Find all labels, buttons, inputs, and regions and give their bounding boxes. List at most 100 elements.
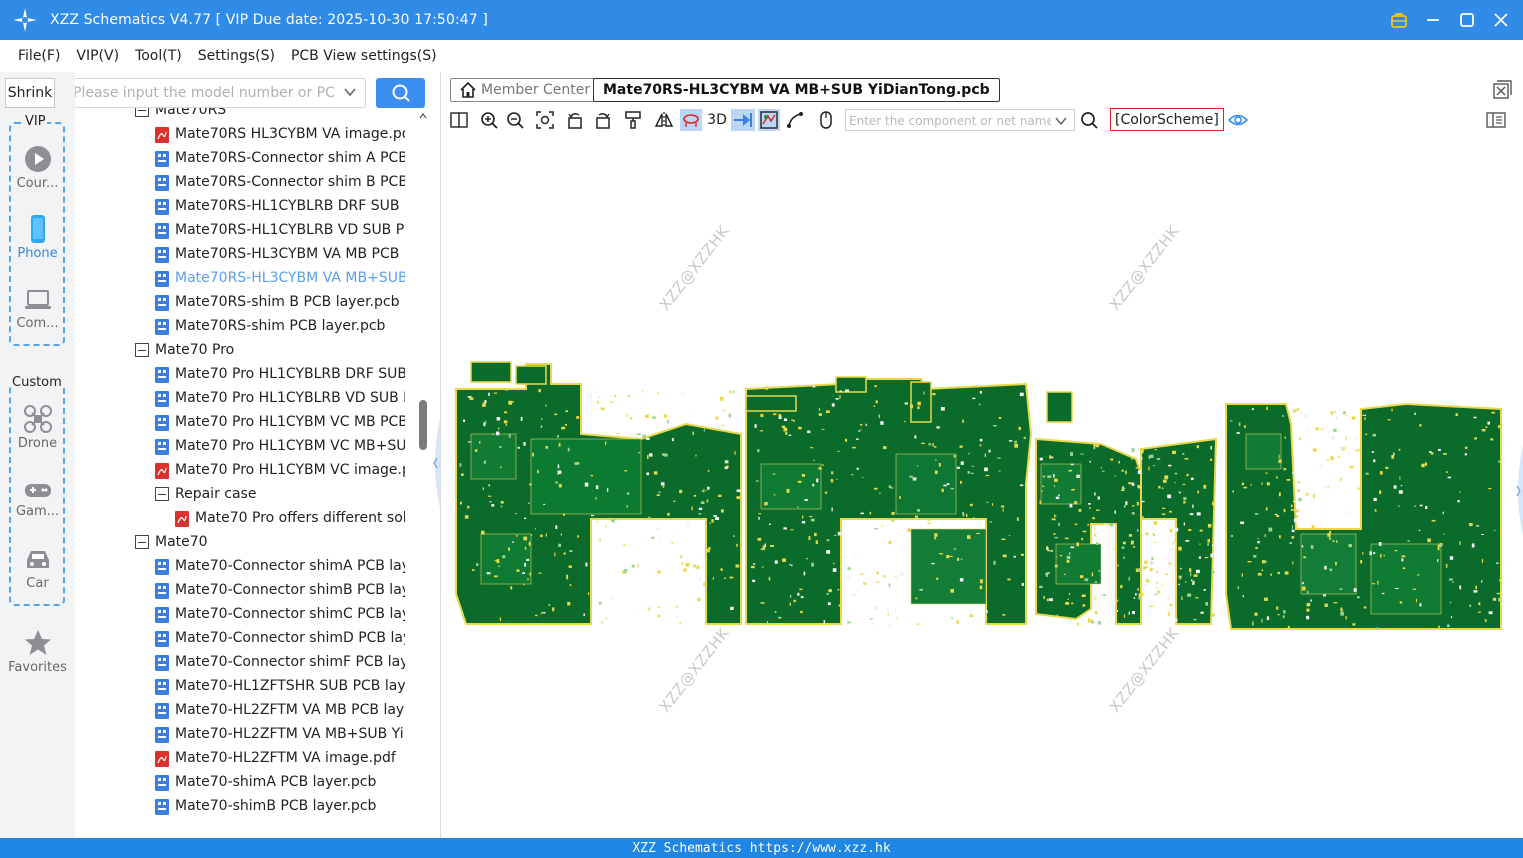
pcb-component — [1125, 501, 1128, 505]
pcb-canvas[interactable]: XZZ@XZZHK XZZ@XZZHK XZZ@XZZHK XZZ@XZZHK — [441, 134, 1523, 838]
pcb-component — [838, 604, 841, 607]
pcb-component — [569, 584, 572, 587]
tree-file[interactable]: Mate70-HL1ZFTSHR SUB PCB layer — [155, 674, 405, 698]
mouse-mode-button[interactable] — [815, 109, 837, 131]
tree-file[interactable]: Mate70 Pro HL1CYBM VC MB+SUE — [155, 434, 405, 458]
color-scheme-button[interactable]: [ColorScheme] — [1110, 108, 1224, 131]
tree-file[interactable]: Mate70-Connector shimB PCB laye — [155, 578, 405, 602]
pcb-component — [1243, 486, 1247, 489]
tree-file[interactable]: Mate70 Pro HL1CYBLRB VD SUB PC — [155, 386, 405, 410]
pcb-component — [1357, 449, 1362, 451]
rail-item-games[interactable]: Gam... — [0, 478, 75, 519]
collapse-toggle-icon[interactable] — [135, 535, 149, 549]
pcb-component — [1123, 556, 1125, 559]
paint-brush-button[interactable] — [622, 109, 644, 131]
tree-file[interactable]: Mate70-HL2ZFTM VA MB PCB laye — [155, 698, 405, 722]
pcb-component — [1200, 611, 1204, 614]
zoom-out-button[interactable] — [504, 109, 526, 131]
pcb-component — [597, 395, 601, 399]
tree-folder[interactable]: Mate70 Pro — [135, 338, 405, 362]
tree-file[interactable]: Mate70RS-Connector shim A PCB l — [155, 146, 405, 170]
rail-item-phone[interactable]: Phone — [0, 214, 75, 261]
tree-file[interactable]: Mate70RS-shim B PCB layer.pcb — [155, 290, 405, 314]
rail-item-car[interactable]: Car — [0, 546, 75, 591]
tree-file[interactable]: Mate70RS HL3CYBM VA image.pdf — [155, 122, 405, 146]
pcb-file-icon — [155, 415, 169, 431]
pcb-component — [1383, 554, 1385, 557]
tree-file[interactable]: Mate70-Connector shimC PCB laye — [155, 602, 405, 626]
menu-tool[interactable]: Tool(T) — [127, 48, 190, 64]
flip-board-button[interactable] — [731, 109, 755, 131]
tree-scrollbar[interactable] — [418, 112, 428, 838]
component-search-input[interactable] — [846, 111, 1051, 131]
layer-view-button[interactable] — [758, 109, 780, 131]
menu-settings[interactable]: Settings(S) — [190, 48, 283, 64]
split-view-button[interactable] — [448, 109, 470, 131]
pcb-component — [1094, 492, 1096, 496]
tab-active-file[interactable]: Mate70RS-HL3CYBM VA MB+SUB YiDianTong.pc… — [593, 78, 1000, 102]
rotate-right-button[interactable] — [592, 109, 614, 131]
search-button[interactable] — [376, 78, 425, 108]
tree-item-label: Mate70 — [155, 534, 208, 550]
tree-file[interactable]: Mate70 Pro HL1CYBLRB DRF SUB F — [155, 362, 405, 386]
menu-file[interactable]: File(F) — [10, 48, 68, 64]
tree-file[interactable]: Mate70-Connector shimF PCB laye — [155, 650, 405, 674]
panel-splitter[interactable] — [430, 72, 441, 838]
tree-file[interactable]: Mate70-HL2ZFTM VA image.pdf — [155, 746, 405, 770]
rotate-left-button[interactable] — [564, 109, 586, 131]
zoom-in-button[interactable] — [478, 109, 500, 131]
tree-file[interactable]: Mate70RS-shim PCB layer.pcb — [155, 314, 405, 338]
pcb-board-view[interactable] — [441, 134, 1523, 838]
tree-folder[interactable]: Repair case — [155, 482, 405, 506]
tree-file[interactable]: Mate70 Pro offers different solu — [175, 506, 405, 530]
pcb-component — [611, 519, 615, 523]
collapse-arrow-icon[interactable] — [430, 418, 440, 508]
visibility-button[interactable] — [1227, 109, 1249, 131]
menu-vip[interactable]: VIP(V) — [68, 48, 127, 64]
pcb-component — [1210, 445, 1212, 450]
highlight-net-button[interactable] — [680, 109, 702, 131]
tree-file[interactable]: Mate70-shimB PCB layer.pcb — [155, 794, 405, 818]
maximize-button[interactable] — [1457, 10, 1477, 30]
close-all-tabs-icon[interactable] — [1492, 80, 1512, 100]
trace-route-button[interactable] — [784, 109, 806, 131]
side-panel-toggle-button[interactable] — [1485, 109, 1507, 131]
model-search-input[interactable] — [75, 79, 335, 107]
tree-file[interactable]: Mate70RS-Connector shim B PCB l — [155, 170, 405, 194]
rail-item-favorites[interactable]: Favorites — [0, 628, 75, 675]
vip-bag-icon[interactable] — [1389, 10, 1409, 30]
tree-file[interactable]: Mate70-Connector shimD PCB laye — [155, 626, 405, 650]
pcb-component — [1059, 555, 1063, 557]
tree-file[interactable]: Mate70RS-HL1CYBLRB DRF SUB PC — [155, 194, 405, 218]
tab-member-center[interactable]: Member Center — [450, 78, 600, 102]
chevron-down-icon[interactable] — [343, 85, 357, 99]
collapse-toggle-icon[interactable] — [155, 487, 169, 501]
chevron-down-icon[interactable] — [1054, 114, 1068, 128]
pcb-component — [1144, 560, 1148, 565]
fit-view-button[interactable] — [534, 109, 556, 131]
rail-item-drone[interactable]: Drone — [0, 404, 75, 451]
tree-folder[interactable]: Mate70 — [135, 530, 405, 554]
pcb-component — [729, 390, 732, 394]
tree-file[interactable]: Mate70RS-HL3CYBM VA MB PCB la — [155, 242, 405, 266]
minimize-button[interactable] — [1423, 10, 1443, 30]
tree-file[interactable]: Mate70RS-HL3CYBM VA MB+SUB — [155, 266, 405, 290]
rail-item-courses[interactable]: Cour... — [0, 144, 75, 191]
mirror-button[interactable] — [653, 109, 675, 131]
tree-file[interactable]: Mate70RS-HL1CYBLRB VD SUB PCI — [155, 218, 405, 242]
rail-item-computer[interactable]: Com... — [0, 286, 75, 331]
tree-file[interactable]: Mate70 Pro HL1CYBM VC image.pc — [155, 458, 405, 482]
expand-right-icon[interactable] — [1513, 446, 1523, 536]
pcb-component — [488, 484, 491, 487]
tree-file[interactable]: Mate70 Pro HL1CYBM VC MB PCB — [155, 410, 405, 434]
tree-file[interactable]: Mate70-Connector shimA PCB laye — [155, 554, 405, 578]
view-3d-button[interactable]: 3D — [705, 109, 729, 131]
shrink-button[interactable]: Shrink — [5, 78, 55, 108]
pcb-component — [1334, 411, 1336, 413]
tree-file[interactable]: Mate70-shimA PCB layer.pcb — [155, 770, 405, 794]
close-button[interactable] — [1491, 10, 1511, 30]
menu-pcb-view-settings[interactable]: PCB View settings(S) — [283, 48, 445, 64]
component-search-button[interactable] — [1078, 109, 1100, 131]
tree-file[interactable]: Mate70-HL2ZFTM VA MB+SUB YiD — [155, 722, 405, 746]
collapse-toggle-icon[interactable] — [135, 343, 149, 357]
